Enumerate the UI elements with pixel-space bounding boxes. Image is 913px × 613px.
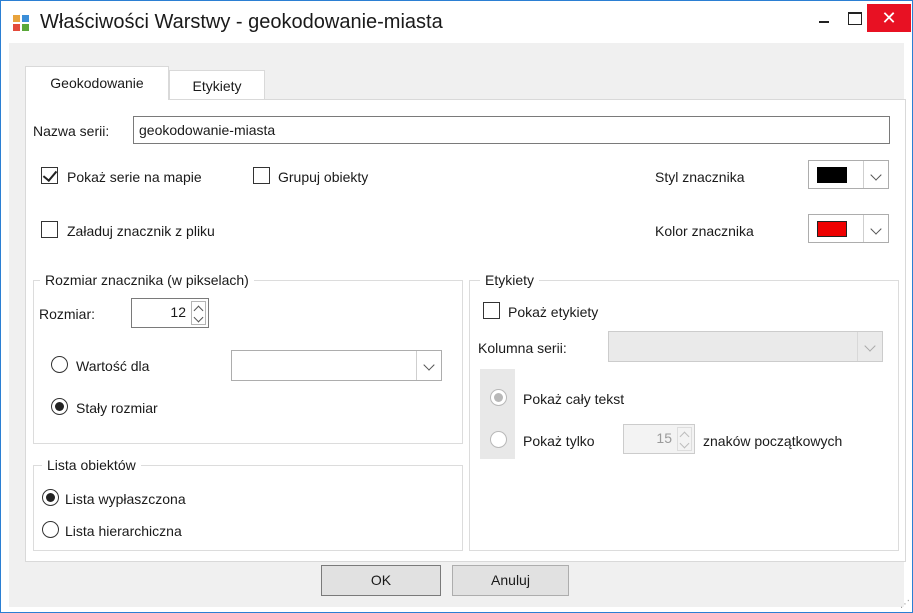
size-group-title: Rozmiar znacznika (w pikselach) [40,271,254,289]
close-button[interactable]: ✕ [867,4,911,32]
hierarchical-list-label: Lista hierarchiczna [65,523,182,539]
labels-group-title: Etykiety [480,271,540,289]
chevron-down-icon [863,215,888,242]
fixed-size-label: Stały rozmiar [76,400,158,416]
resize-grip-icon[interactable]: ⋰ [900,599,910,610]
show-full-text-label: Pokaż cały tekst [523,391,625,407]
show-labels-checkbox[interactable] [483,302,500,319]
value-for-radio[interactable] [51,356,68,373]
show-labels-label: Pokaż etykiety [508,304,599,320]
value-for-select[interactable] [231,350,442,381]
chevron-down-icon [863,161,888,188]
column-label: Kolumna serii: [478,340,567,356]
spin-arrows[interactable] [191,301,206,325]
size-label: Rozmiar: [39,306,96,322]
load-marker-label: Załaduj znacznik z pliku [67,223,215,239]
marker-style-select[interactable] [808,160,889,189]
size-value: 12 [170,304,186,320]
chevron-down-icon [416,351,441,380]
marker-color-swatch [817,221,847,237]
layer-properties-icon [13,15,29,31]
series-name-label: Nazwa serii: [33,123,110,139]
marker-color-label: Kolor znacznika [655,223,754,239]
value-for-label: Wartość dla [76,358,150,374]
flat-list-label: Lista wypłaszczona [65,491,186,507]
fixed-size-radio[interactable] [51,398,68,415]
size-stepper[interactable]: 12 [131,298,209,328]
chevron-down-icon [857,332,882,361]
spin-arrows[interactable] [677,427,692,451]
tab-geokodowanie[interactable]: Geokodowanie [25,66,169,100]
show-full-text-radio[interactable] [490,389,507,406]
show-series-label: Pokaż serie na mapie [67,169,202,185]
objects-group-title: Lista obiektów [42,456,141,474]
load-marker-checkbox[interactable] [41,221,58,238]
series-name-input[interactable]: geokodowanie-miasta [133,116,890,144]
chevron-down-icon [679,438,690,449]
marker-style-swatch [817,167,847,183]
column-select[interactable] [608,331,883,362]
minimize-button[interactable] [809,3,839,33]
window-title: Właściwości Warstwy - geokodowanie-miast… [40,11,443,33]
show-only-radio[interactable] [490,431,507,448]
chars-stepper[interactable]: 15 [623,424,695,454]
close-icon: ✕ [881,8,897,28]
flat-list-radio[interactable] [42,489,59,506]
title-bar[interactable]: Właściwości Warstwy - geokodowanie-miast… [1,1,912,43]
chars-suffix-label: znaków początkowych [703,433,843,449]
marker-style-label: Styl znacznika [655,169,745,185]
group-objects-label: Grupuj obiekty [278,169,369,185]
marker-color-select[interactable] [808,214,889,243]
ok-button[interactable]: OK [321,565,441,596]
show-only-label: Pokaż tylko [523,433,595,449]
maximize-button[interactable] [839,3,869,33]
chevron-down-icon [193,312,204,323]
properties-dialog: Właściwości Warstwy - geokodowanie-miast… [0,0,913,613]
tab-etykiety[interactable]: Etykiety [169,70,265,100]
show-series-checkbox[interactable] [41,167,58,184]
cancel-button[interactable]: Anuluj [452,565,569,596]
chars-value: 15 [656,430,672,446]
group-objects-checkbox[interactable] [253,167,270,184]
hierarchical-list-radio[interactable] [42,521,59,538]
